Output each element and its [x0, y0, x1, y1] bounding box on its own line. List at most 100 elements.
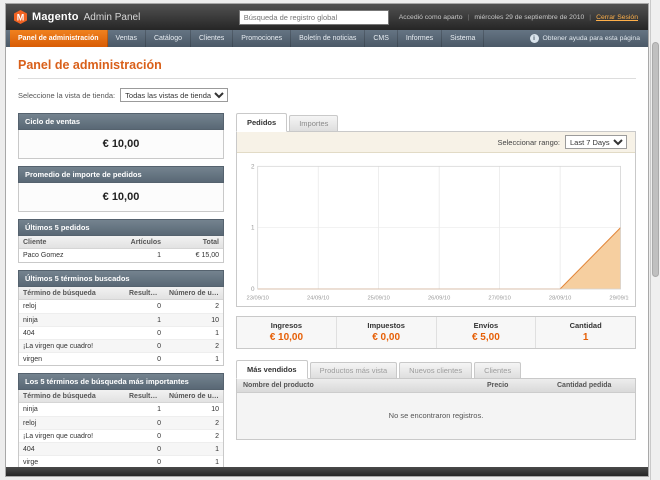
column-header: Cliente [23, 238, 47, 246]
products-grid: Nombre del producto Precio Cantidad pedida… [236, 377, 636, 440]
grid-tab[interactable]: Clientes [474, 361, 522, 378]
table-row[interactable]: virgen 0 1 [19, 352, 223, 365]
cell-term: ¡La virgen que cuadro! [23, 432, 94, 440]
lifetime-sales-value: € 10,00 [18, 130, 224, 159]
cell-results: 0 [157, 355, 161, 363]
grid-tab[interactable]: Productos más vista [309, 361, 398, 378]
cell-uses: 2 [215, 342, 219, 350]
nav-item[interactable]: Ventas [108, 30, 146, 47]
column-header: Número de usos [169, 289, 223, 297]
stat-label: Impuestos [367, 320, 405, 330]
table-row[interactable]: 404 0 1 [19, 326, 223, 339]
nav-item[interactable]: Catálogo [146, 30, 191, 47]
stat-cell: Ingresos € 10,00 [237, 317, 336, 348]
table-header-row: Cliente Artículos Total [19, 236, 223, 249]
last-orders-table: Cliente Artículos Total Paco Gomez 1 € 15,… [18, 236, 224, 263]
chart-tab[interactable]: Importes [289, 115, 339, 131]
logout-link[interactable]: Cerrar Sesión [584, 14, 638, 21]
top-search-table: Término de búsqueda Resultados Número de u… [18, 390, 224, 467]
svg-text:23/09/10: 23/09/10 [247, 295, 269, 301]
cell-term: ¡La virgen que cuadro! [23, 342, 94, 350]
stat-value: € 5,00 [471, 331, 500, 343]
stat-value: € 0,00 [372, 331, 401, 343]
table-row[interactable]: virge 0 1 [19, 455, 223, 467]
orders-chart-svg: 0 1 2 23/09/10 24/09/10 25/09/10 26/09/10 27/09… [247, 163, 629, 301]
global-search-input[interactable] [238, 9, 389, 25]
vertical-scrollbar[interactable] [650, 0, 660, 480]
cell-results: 0 [157, 342, 161, 350]
stat-cell: Impuestos € 0,00 [335, 316, 436, 348]
diagram-box: Seleccionar rango: Last 7 Days 0 1 2 23/09/… [236, 131, 636, 307]
table-row[interactable]: ninja 1 10 [19, 313, 223, 326]
session-info: Accedió como aparto miércoles 29 de sept… [399, 14, 638, 21]
panel-title: Últimos 5 pedidos [18, 219, 224, 236]
top-header: M Magento Admin Panel Accedió como apart… [6, 4, 648, 30]
cell-uses: 1 [215, 329, 219, 337]
scrollbar-thumb[interactable] [652, 42, 659, 277]
nav-item[interactable]: Clientes [191, 30, 234, 47]
table-row[interactable]: ¡La virgen que cuadro! 0 2 [19, 339, 223, 352]
grid-tab[interactable]: Nuevos clientes [399, 361, 473, 378]
top-search-panel: Los 5 términos de búsqueda más important… [18, 373, 224, 467]
brand-suffix: Admin Panel [83, 11, 141, 23]
totals-row: Ingresos € 10,00 Impuestos € 0,00 Envíos… [236, 315, 636, 349]
nav-item[interactable]: Sistema [442, 30, 485, 47]
table-row[interactable]: reloj 0 2 [19, 416, 223, 429]
svg-text:29/09/10: 29/09/10 [609, 295, 629, 301]
nav-item[interactable]: CMS [365, 30, 398, 47]
cell-results: 0 [157, 303, 161, 310]
table-body: reloj 0 2 ninja 1 10 404 0 1 ¡La virgen … [19, 300, 223, 365]
range-select[interactable]: Last 7 Days [565, 135, 627, 149]
table-row[interactable]: 404 0 1 [19, 442, 223, 455]
cell-term: 404 [23, 329, 35, 337]
cell-term: ninja [23, 406, 38, 413]
brand: M Magento Admin Panel [14, 10, 140, 24]
svg-text:25/09/10: 25/09/10 [367, 295, 389, 301]
cell-uses: 2 [215, 419, 219, 427]
svg-text:26/09/10: 26/09/10 [428, 295, 450, 301]
cell-term: ninja [23, 316, 38, 324]
nav-item[interactable]: Promociones [233, 30, 292, 47]
table-body: ninja 1 10 reloj 0 2 ¡La virgen que cuad… [19, 403, 223, 467]
table-header-row: Término de búsqueda Resultados Número de u… [19, 390, 223, 403]
nav-item[interactable]: Informes [398, 30, 443, 47]
help-label: Obtener ayuda para esta página [542, 35, 641, 42]
main-nav: Panel de administración Ventas Catálogo Cli… [6, 30, 648, 47]
brand-name: Magento [32, 11, 79, 23]
grid-tab[interactable]: Más vendidos [236, 359, 308, 379]
cell-term: reloj [23, 303, 37, 310]
average-orders-panel: Promedio de importe de pedidos € 10,00 [18, 166, 224, 212]
stat-cell: Envíos € 5,00 [435, 316, 536, 348]
nav-item[interactable]: Boletín de noticias [291, 30, 366, 47]
cell-results: 1 [157, 406, 161, 413]
magento-logo-icon: M [14, 10, 27, 24]
cell-uses: 10 [211, 316, 219, 324]
last-search-panel: Últimos 5 términos buscados Término de b… [18, 270, 224, 366]
cell-uses: 1 [215, 458, 219, 466]
column-header: Resultados [129, 392, 165, 400]
nav-item[interactable]: Panel de administración [10, 30, 108, 47]
table-row[interactable]: ¡La virgen que cuadro! 0 2 [19, 429, 223, 442]
average-orders-value: € 10,00 [18, 183, 224, 212]
lifetime-sales-panel: Ciclo de ventas € 10,00 [18, 113, 224, 159]
svg-text:2: 2 [251, 163, 255, 170]
svg-text:27/09/10: 27/09/10 [488, 295, 510, 301]
column-header: Total [202, 238, 219, 246]
cell-customer: Paco Gomez [23, 252, 64, 259]
table-row[interactable]: Paco Gomez 1 € 15,00 [19, 249, 223, 262]
table-row[interactable]: ninja 1 10 [19, 403, 223, 416]
column-header: Resultados [129, 289, 165, 297]
footer-bar [6, 467, 648, 476]
empty-message: No se encontraron registros. [237, 392, 635, 439]
left-column: Ciclo de ventas € 10,00 Promedio de impo… [18, 113, 224, 467]
chart-tab[interactable]: Pedidos [236, 113, 288, 132]
table-row[interactable]: reloj 0 2 [19, 300, 223, 313]
range-bar: Seleccionar rango: Last 7 Days [237, 132, 635, 153]
panel-title: Últimos 5 términos buscados [18, 270, 224, 287]
panel-title: Promedio de importe de pedidos [18, 166, 224, 183]
help-link[interactable]: Obtener ayuda para esta página [529, 30, 645, 47]
store-switcher: Seleccione la vista de tienda: Todas las… [18, 88, 636, 102]
store-view-select[interactable]: Todas las vistas de tienda [120, 88, 229, 102]
nav-items: Panel de administración Ventas Catálogo Cli… [10, 30, 485, 47]
stat-label: Envíos [473, 320, 499, 330]
